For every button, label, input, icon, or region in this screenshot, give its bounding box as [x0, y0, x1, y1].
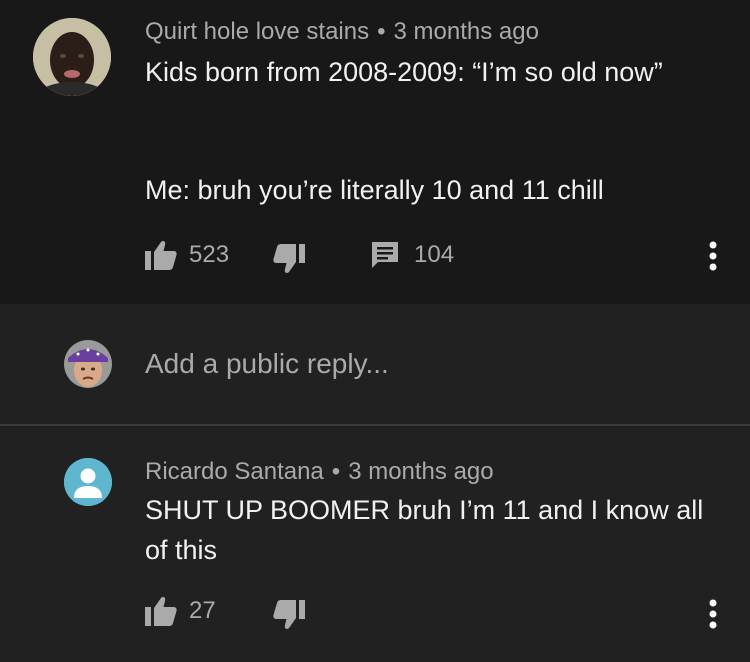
reply-author-name[interactable]: Ricardo Santana [145, 458, 324, 485]
comment-line-2: Me: bruh you’re literally 10 and 11 chil… [145, 175, 604, 205]
reply-author-avatar[interactable] [64, 458, 112, 506]
reply-meta: Ricardo Santana • 3 months ago [145, 458, 494, 486]
reply-more-options-button[interactable] [703, 598, 723, 635]
dislike-button[interactable] [273, 244, 305, 274]
reply-like-count: 27 [189, 597, 216, 624]
reply-dislike-button[interactable] [273, 600, 305, 630]
author-name[interactable]: Quirt hole love stains [145, 18, 369, 45]
comment-icon [372, 242, 398, 268]
reply-input[interactable]: Add a public reply... [145, 348, 389, 380]
meta-separator: • [377, 18, 386, 45]
meta-separator: • [331, 458, 341, 485]
reply-text: SHUT UP BOOMER bruh I’m 11 and I know al… [145, 495, 704, 565]
default-user-avatar-icon [64, 458, 112, 506]
like-count: 523 [189, 241, 230, 268]
thumbs-up-icon [145, 597, 177, 626]
comment-meta: Quirt hole love stains • 3 months ago [145, 18, 539, 46]
thumbs-down-icon [273, 244, 305, 273]
person-avatar-icon [33, 18, 111, 96]
reply-time[interactable]: 3 months ago [348, 458, 493, 485]
comment: Quirt hole love stains • 3 months ago Kids… [0, 0, 750, 304]
thumbs-down-icon [273, 600, 305, 629]
more-vert-icon [709, 241, 717, 271]
comment-time[interactable]: 3 months ago [394, 18, 539, 45]
thumbs-up-icon [145, 241, 177, 270]
reply-count: 104 [414, 241, 455, 268]
reply-comment: Ricardo Santana • 3 months ago SHUT UP BOO… [0, 426, 750, 662]
like-button[interactable]: 523 [145, 240, 229, 270]
reply-like-button[interactable]: 27 [145, 596, 216, 626]
more-options-button[interactable] [703, 240, 723, 277]
current-user-avatar [64, 340, 112, 388]
bandana-avatar-icon [64, 340, 112, 388]
reply-box: Add a public reply... [0, 304, 750, 426]
replies-button[interactable]: 104 [370, 240, 454, 270]
commenter-avatar[interactable] [33, 18, 111, 96]
more-vert-icon [709, 599, 717, 629]
comment-line-1: Kids born from 2008-2009: “I’m so old no… [145, 57, 663, 87]
